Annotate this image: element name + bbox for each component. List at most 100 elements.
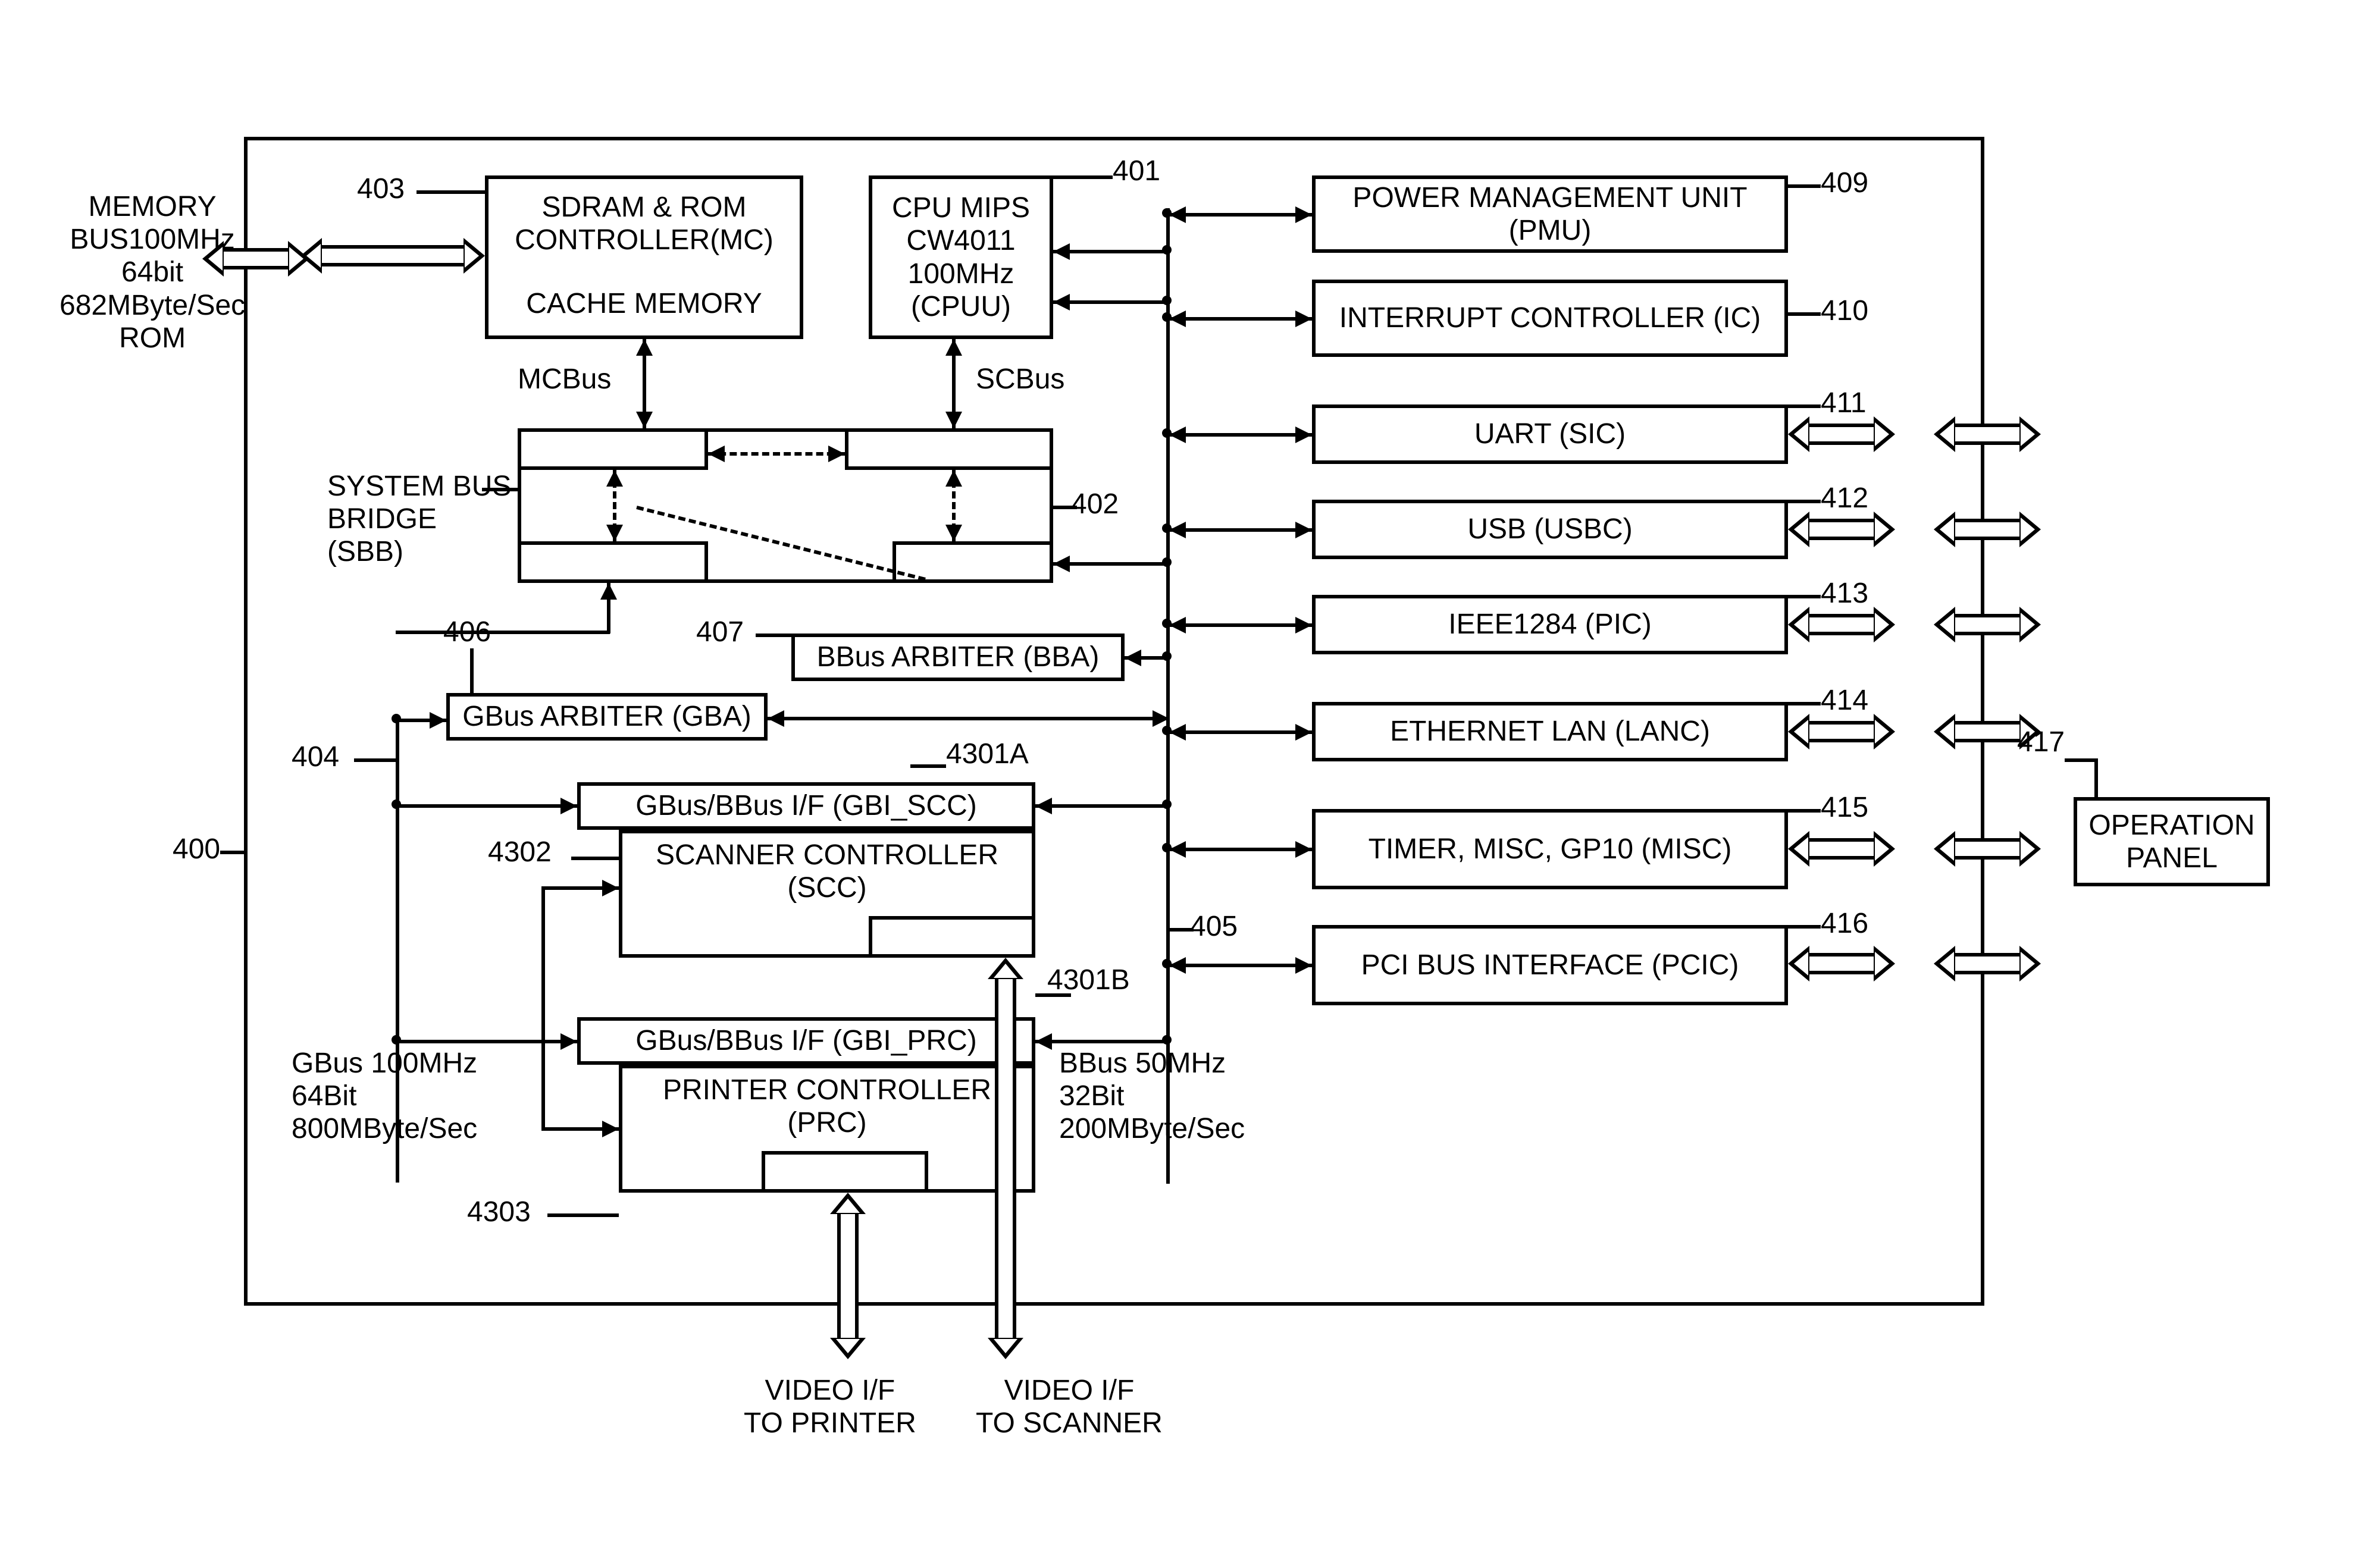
ieee-block: IEEE1284 (PIC) (1312, 595, 1788, 654)
lan-block: ETHERNET LAN (LANC) (1312, 702, 1788, 761)
lead-uart (1788, 404, 1821, 408)
lead-mc (417, 190, 485, 194)
ic-block: INTERRUPT CONTROLLER (IC) (1312, 280, 1788, 357)
uart-block: UART (SIC) (1312, 404, 1788, 464)
pcic-ref: 416 (1821, 907, 1868, 940)
cpu-block: CPU MIPS CW4011 100MHz (CPUU) (869, 175, 1053, 339)
bbus-to-usb (1169, 528, 1312, 532)
scc-ref: 4302 (488, 836, 552, 868)
bbus-spec: BBus 50MHz 32Bit 200MByte/Sec (1059, 1047, 1245, 1146)
pcic-block: PCI BUS INTERFACE (PCIC) (1312, 925, 1788, 1005)
lead-op (2094, 758, 2098, 797)
lead-misc (1788, 809, 1821, 813)
misc-block: TIMER, MISC, GP10 (MISC) (1312, 809, 1788, 889)
bbus-to-uart (1169, 433, 1312, 437)
bbus-to-misc (1169, 848, 1312, 851)
lead-sbb (482, 488, 518, 491)
mc-block: SDRAM & ROM CONTROLLER(MC) CACHE MEMORY (485, 175, 803, 339)
gbi-prc-ref: 4301B (1047, 964, 1130, 996)
lead-404 (354, 758, 396, 762)
prc-ref: 4303 (467, 1196, 531, 1228)
ext-arrow-uart-2 (1934, 416, 2041, 452)
gbiprc-to-bbus (1035, 1040, 1169, 1043)
ext-arrow-misc-2 (1934, 831, 2041, 867)
lead-ieee (1788, 595, 1821, 598)
mc-bottom: CACHE MEMORY (526, 272, 762, 335)
video-scanner-label: VIDEO I/F TO SCANNER (976, 1374, 1163, 1440)
lead-chip (220, 851, 244, 854)
lead-gba (470, 648, 474, 693)
lead-prc (547, 1213, 619, 1217)
bus-arrow-mc (300, 238, 485, 274)
gbus-spec: GBus 100MHz 64Bit 800MByte/Sec (292, 1047, 477, 1146)
sbb-port-bl (518, 541, 708, 583)
lead-lan (1788, 702, 1821, 705)
lead-cpu (1053, 175, 1113, 179)
bbus-to-lan (1169, 730, 1312, 734)
ext-arrow-usb-1 (1788, 512, 1895, 547)
lead-405 (1170, 928, 1194, 932)
ic-to-cpu (1053, 300, 1169, 304)
chip-ref: 400 (173, 833, 220, 865)
lead-ic (1788, 312, 1821, 316)
usb-block: USB (USBC) (1312, 500, 1788, 559)
ext-arrow-uart-1 (1788, 416, 1895, 452)
sbb-dash3 (708, 452, 845, 456)
diagram-canvas: MEMORY BUS100MHz 64bit 682MByte/Sec ROM … (0, 0, 2358, 1568)
sbb-port-tr (845, 428, 1053, 470)
gbi-scc-block: GBus/BBus I/F (GBI_SCC) (577, 782, 1035, 830)
sbb-to-gbus-h (396, 631, 610, 634)
ieee-ref: 413 (1821, 577, 1868, 610)
ext-arrow-misc-1 (1788, 831, 1895, 867)
lan-ref: 414 (1821, 684, 1868, 717)
bus-arrow-memory (202, 241, 309, 277)
lead-bba (756, 634, 791, 637)
ic-ref: 410 (1821, 294, 1868, 327)
pmu-ref: 409 (1821, 167, 1868, 199)
operation-panel-ref: 417 (2017, 726, 2065, 758)
lead-pmu (1788, 184, 1821, 188)
bbus-ref: 405 (1190, 910, 1238, 943)
gbus-ref: 404 (292, 741, 339, 773)
sbb-ref: 402 (1071, 488, 1119, 520)
bbus-to-ieee (1169, 623, 1312, 627)
lead-pcic (1788, 925, 1821, 929)
ext-arrow-pcic-1 (1788, 946, 1895, 981)
uart-ref: 411 (1821, 387, 1867, 419)
bba-block: BBus ARBITER (BBA) (791, 634, 1125, 681)
lead-sbb-ref (1053, 506, 1077, 509)
mcbus-label: MCBus (518, 363, 611, 396)
prc-text: PRINTER CONTROLLER (PRC) (643, 1074, 1012, 1139)
bba-ref: 407 (696, 616, 744, 648)
scbus-label: SCBus (976, 363, 1064, 396)
lead-usb (1788, 500, 1821, 503)
bbus-to-ic (1169, 317, 1312, 321)
scc-text: SCANNER CONTROLLER (SCC) (643, 839, 1012, 904)
ext-arrow-usb-2 (1934, 512, 2041, 547)
pmu-block: POWER MANAGEMENT UNIT (PMU) (1312, 175, 1788, 253)
gba-block: GBus ARBITER (GBA) (446, 693, 768, 741)
video-printer-arrow (830, 1193, 866, 1359)
bbus-to-pcic (1169, 964, 1312, 967)
lead-gbi-prc (1035, 993, 1071, 997)
sbb-label: SYSTEM BUS BRIDGE (SBB) (327, 470, 511, 569)
sbb-to-bbus (1053, 562, 1169, 566)
gba-to-bbus (768, 717, 1169, 720)
gbus-to-gbiprc (396, 1040, 577, 1043)
scc-port (869, 916, 1035, 958)
operation-panel-block: OPERATION PANEL (2074, 797, 2270, 886)
ext-arrow-lan-1 (1788, 714, 1895, 749)
lead-gbi-scc (910, 764, 946, 768)
mc-top: SDRAM & ROM CONTROLLER(MC) (488, 179, 800, 268)
gbi-scc-ref: 4301A (946, 738, 1029, 770)
ext-arrow-pcic-2 (1934, 946, 2041, 981)
ext-arrow-ieee-1 (1788, 607, 1895, 642)
gbi-prc-block: GBus/BBus I/F (GBI_PRC) (577, 1017, 1035, 1065)
inner-route-v (541, 886, 545, 1130)
mc-ref: 403 (357, 173, 405, 205)
video-printer-label: VIDEO I/F TO PRINTER (744, 1374, 916, 1440)
lead-scc (571, 857, 619, 860)
cpu-to-bbus (1053, 250, 1169, 253)
gbiscc-to-bbus (1035, 804, 1169, 808)
gbus-to-gbiscc (396, 804, 577, 808)
